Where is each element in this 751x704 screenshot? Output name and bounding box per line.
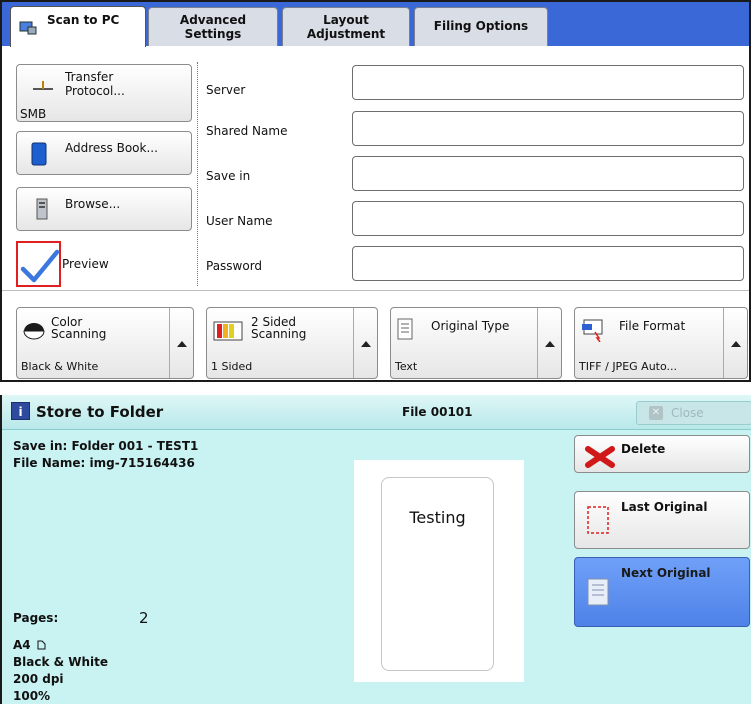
portrait-page-icon — [37, 640, 46, 650]
preview-page: Testing — [381, 477, 494, 671]
two-sided-scanning-option[interactable]: 2 Sided Scanning 1 Sided — [206, 307, 378, 379]
tab-bar: Scan to PC Advanced Settings Layout Adju… — [2, 2, 749, 47]
tab-advanced-settings[interactable]: Advanced Settings — [148, 7, 278, 46]
preview-label: Preview — [62, 257, 109, 271]
save-in-label: Save in — [206, 169, 251, 183]
next-original-icon — [587, 578, 609, 606]
last-original-button[interactable]: Last Original — [574, 491, 750, 549]
server-label: Server — [206, 83, 246, 97]
color-scanning-option[interactable]: Color Scanning Black & White — [16, 307, 194, 379]
paper-size-info: A4 — [13, 637, 46, 653]
file-format-title: File Format — [619, 319, 686, 333]
file-name-info: File Name: img-715164436 — [13, 456, 195, 470]
save-in-input[interactable] — [352, 156, 744, 191]
original-type-arrow[interactable] — [537, 308, 561, 378]
original-type-value: Text — [395, 360, 418, 373]
document-icon — [397, 318, 413, 340]
tab-label: Advanced Settings — [179, 13, 247, 41]
two-sided-title: 2 Sided Scanning — [251, 315, 307, 341]
shared-name-input[interactable] — [352, 111, 744, 146]
password-label: Password — [206, 259, 263, 273]
delete-x-icon — [585, 446, 615, 468]
scale-info: 100% — [13, 689, 51, 703]
scan-to-pc-panel: Scan to PC Advanced Settings Layout Adju… — [0, 0, 751, 382]
original-type-option[interactable]: Original Type Text — [390, 307, 562, 379]
tab-label: Filing Options — [433, 19, 529, 33]
pages-label: Pages: — [13, 611, 59, 625]
color-scanning-title: Color Scanning — [51, 315, 107, 341]
two-sided-value: 1 Sided — [211, 360, 253, 373]
color-scanning-icon — [23, 323, 45, 340]
network-icon — [33, 81, 53, 90]
transfer-protocol-value: SMB — [20, 107, 47, 121]
computer-tower-icon — [36, 198, 48, 220]
browse-label: Browse... — [65, 197, 121, 211]
options-divider — [2, 290, 749, 291]
address-book-label: Address Book... — [65, 141, 158, 155]
two-sided-icon — [213, 321, 243, 341]
close-button[interactable]: ✕ Close — [636, 401, 751, 425]
address-book-icon — [31, 142, 47, 166]
preview-text: Testing — [409, 508, 466, 527]
tab-scan-to-pc[interactable]: Scan to PC — [10, 6, 146, 47]
tab-filing-options[interactable]: Filing Options — [414, 7, 548, 46]
color-scanning-value: Black & White — [21, 360, 99, 373]
preview-checkbox[interactable] — [16, 241, 61, 287]
transfer-protocol-label: Transfer Protocol... — [65, 70, 125, 98]
color-scanning-arrow[interactable] — [169, 308, 193, 378]
delete-button[interactable]: Delete — [574, 435, 750, 473]
browse-button[interactable]: Browse... — [16, 187, 192, 231]
user-name-label: User Name — [206, 214, 273, 228]
color-mode-info: Black & White — [13, 655, 109, 669]
last-original-icon — [587, 506, 609, 534]
save-in-info: Save in: Folder 001 - TEST1 — [13, 439, 199, 453]
scan-to-pc-icon — [19, 21, 37, 35]
pages-value: 2 — [139, 609, 149, 627]
file-format-value: TIFF / JPEG Auto... — [579, 360, 678, 373]
store-to-folder-dialog: i Store to Folder File 00101 ✕ Close Sav… — [0, 395, 751, 704]
server-input[interactable] — [352, 65, 744, 100]
dialog-title-bar: i Store to Folder File 00101 ✕ Close — [2, 395, 751, 430]
close-label: Close — [671, 406, 704, 420]
tab-label: Layout Adjustment — [306, 13, 386, 41]
address-book-button[interactable]: Address Book... — [16, 131, 192, 175]
next-original-button[interactable]: Next Original — [574, 557, 750, 627]
tab-layout-adjustment[interactable]: Layout Adjustment — [282, 7, 410, 46]
close-icon: ✕ — [649, 406, 663, 420]
dialog-title: Store to Folder — [36, 403, 164, 421]
file-format-icon — [582, 319, 603, 342]
shared-name-label: Shared Name — [206, 124, 288, 138]
paper-size-value: A4 — [13, 638, 31, 652]
column-divider — [197, 62, 198, 286]
file-number: File 00101 — [402, 405, 473, 419]
file-format-arrow[interactable] — [723, 308, 747, 378]
original-type-title: Original Type — [431, 319, 510, 333]
file-format-option[interactable]: File Format TIFF / JPEG Auto... — [574, 307, 748, 379]
info-icon: i — [11, 402, 30, 420]
user-name-input[interactable] — [352, 201, 744, 236]
preview-area: Testing — [354, 460, 524, 682]
delete-label: Delete — [621, 442, 666, 456]
checkmark-icon — [20, 249, 60, 283]
two-sided-arrow[interactable] — [353, 308, 377, 378]
next-original-label: Next Original — [621, 566, 711, 580]
resolution-info: 200 dpi — [13, 672, 64, 686]
last-original-label: Last Original — [621, 500, 708, 514]
password-input[interactable] — [352, 246, 744, 281]
transfer-protocol-button[interactable]: Transfer Protocol... SMB — [16, 64, 192, 122]
tab-label: Scan to PC — [47, 13, 120, 27]
